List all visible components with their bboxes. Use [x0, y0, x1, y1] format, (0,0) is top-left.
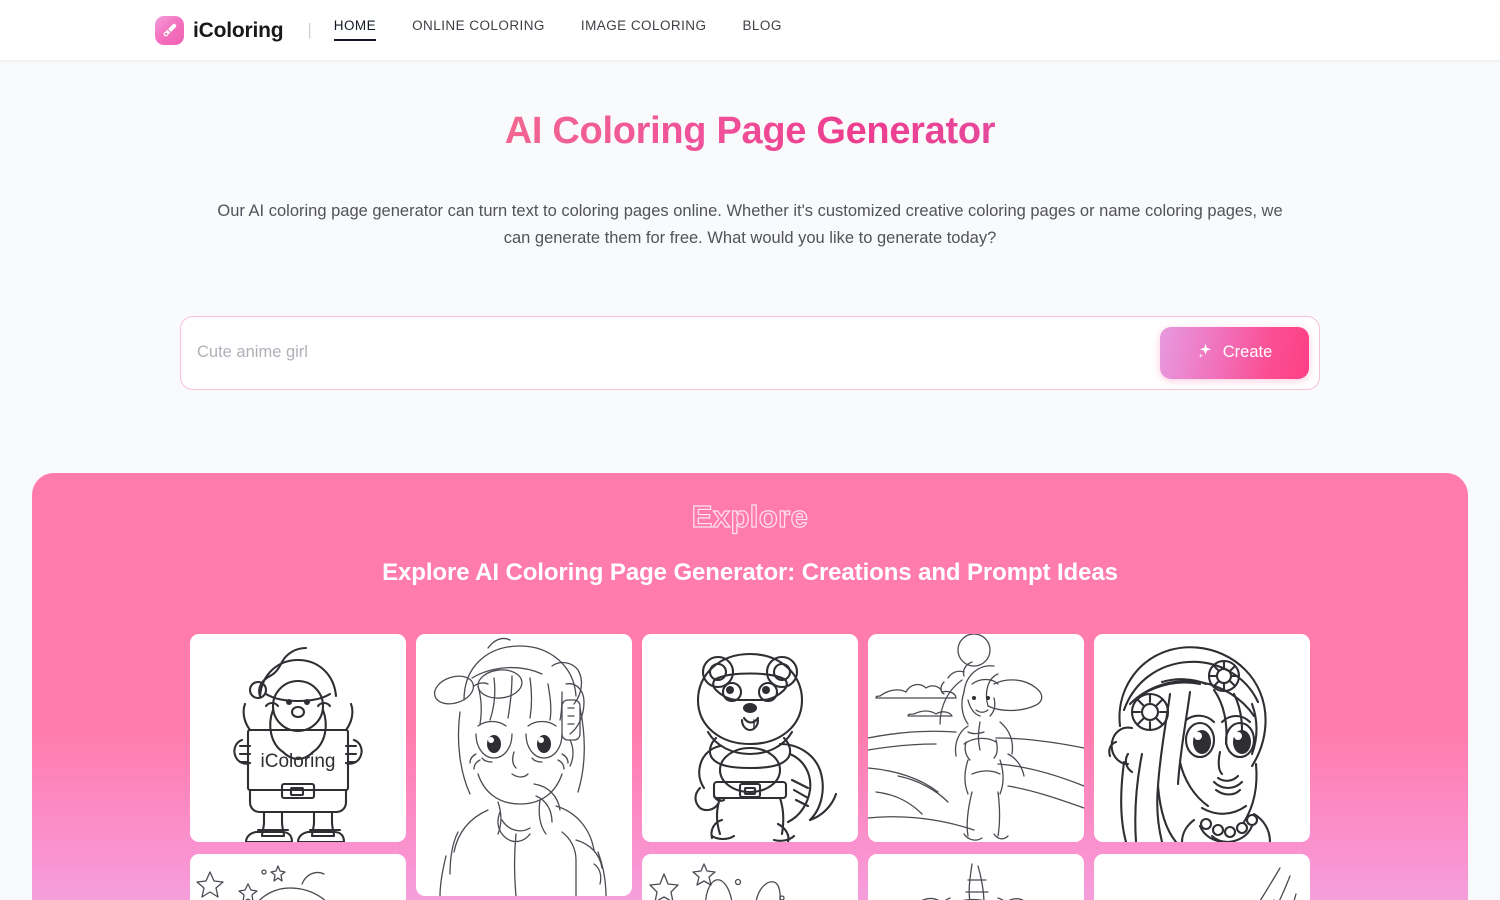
gallery-card-santa-sign[interactable]: iColoring [190, 633, 406, 842]
paintbrush-icon [155, 15, 184, 45]
hero-description: Our AI coloring page generator can turn … [217, 201, 1283, 248]
sparkle-icon [1197, 342, 1214, 364]
gallery-card-flower-girl[interactable] [1094, 633, 1310, 842]
gallery-card-unicorn[interactable] [868, 853, 1084, 900]
gallery-column [1094, 633, 1310, 900]
gallery-column [868, 633, 1084, 900]
brand-name: iColoring [193, 18, 284, 42]
gallery-card-star-cat[interactable] [642, 853, 858, 900]
page-title: AI Coloring Page Generator [0, 108, 1500, 156]
gallery-card-star-girl[interactable] [190, 853, 406, 900]
explore-title: Explore AI Coloring Page Generator: Crea… [382, 559, 1118, 586]
create-button-label: Create [1222, 343, 1273, 362]
gallery-card-beach-girl[interactable] [868, 633, 1084, 842]
explore-eyebrow: Explore [691, 499, 809, 534]
gallery-column [642, 633, 858, 900]
santa-sign-text: iColoring [261, 751, 336, 772]
prompt-bar: Create [180, 315, 1320, 390]
hero-section: AI Coloring Page Generator Our AI colori… [0, 60, 1500, 390]
nav-item-home[interactable]: HOME [333, 18, 377, 41]
header-divider: | [307, 20, 312, 39]
nav-item-image-coloring[interactable]: IMAGE COLORING [581, 18, 707, 41]
gallery-card-superhero-bear[interactable] [642, 633, 858, 842]
explore-panel: Explore Explore AI Coloring Page Generat… [32, 473, 1468, 900]
nav-item-online-coloring[interactable]: ONLINE COLORING [412, 18, 545, 41]
nav-item-blog[interactable]: BLOG [742, 18, 781, 41]
gallery-column [416, 633, 632, 900]
brand-logo-link[interactable]: iColoring [155, 15, 284, 45]
create-button[interactable]: Create [1160, 326, 1309, 379]
explore-gallery: iColoring [190, 633, 1310, 900]
page-root: iColoring | HOME ONLINE COLORING IMAGE C… [0, 0, 1500, 900]
gallery-card-abstract-line[interactable] [1094, 853, 1310, 900]
gallery-card-anime-headphones[interactable] [416, 633, 632, 896]
gallery-column: iColoring [190, 633, 406, 900]
prompt-input[interactable] [181, 317, 1160, 388]
site-header: iColoring | HOME ONLINE COLORING IMAGE C… [0, 0, 1500, 60]
main-nav: HOME ONLINE COLORING IMAGE COLORING BLOG [333, 18, 782, 41]
